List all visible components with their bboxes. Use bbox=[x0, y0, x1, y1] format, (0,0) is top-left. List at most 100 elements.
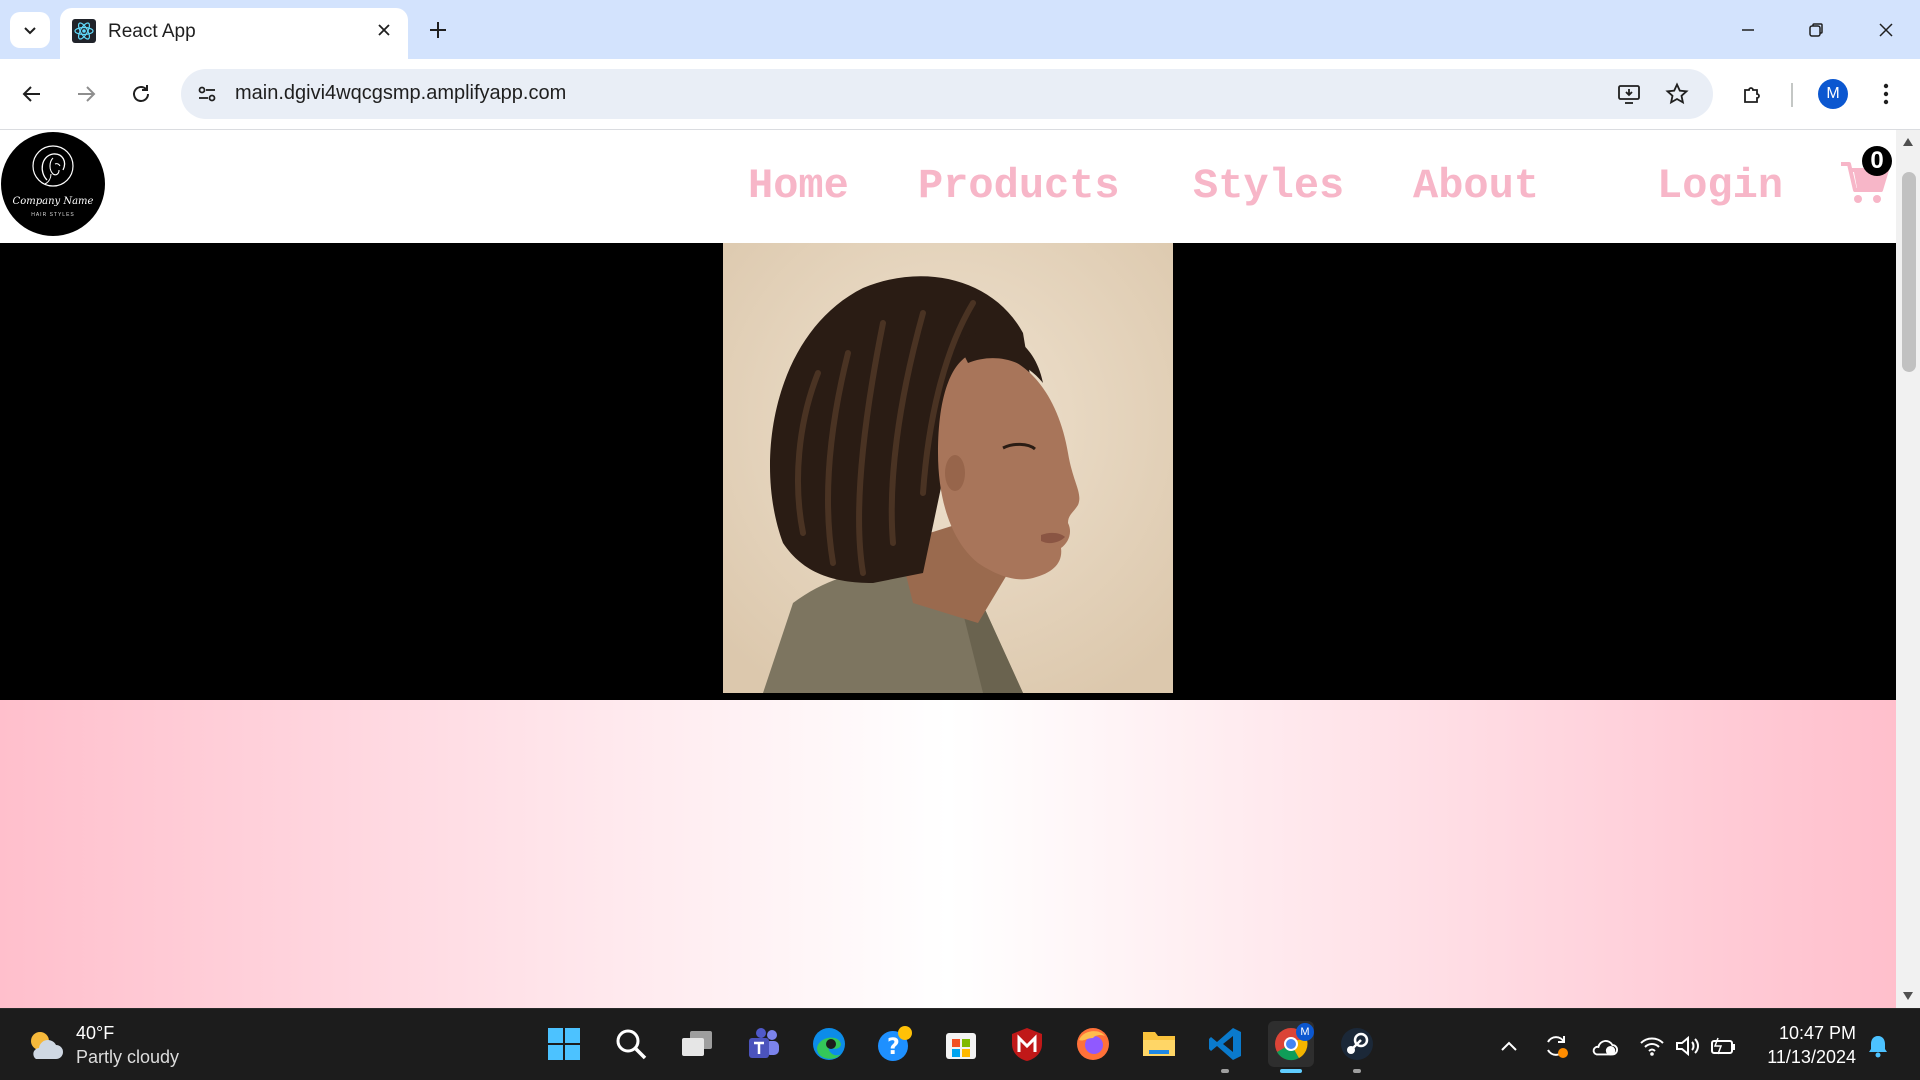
clock-time: 10:47 PM bbox=[1778, 1023, 1856, 1043]
nav-styles[interactable]: Styles bbox=[1193, 162, 1344, 210]
minimize-button[interactable] bbox=[1728, 10, 1768, 50]
company-logo[interactable]: Company Name HAIR STYLES bbox=[1, 132, 105, 236]
toolbar-divider bbox=[1791, 83, 1793, 107]
nav-home[interactable]: Home bbox=[748, 162, 849, 210]
firefox-icon bbox=[1077, 1028, 1109, 1060]
hero-section bbox=[0, 243, 1896, 700]
triangle-down-icon bbox=[1903, 992, 1913, 1000]
chrome-profile-badge: M bbox=[1296, 1023, 1314, 1041]
profile-avatar[interactable]: M bbox=[1818, 79, 1848, 109]
help-app[interactable]: ? bbox=[872, 1021, 918, 1067]
scroll-thumb[interactable] bbox=[1902, 172, 1916, 372]
system-clock[interactable]: 10:47 PM 11/13/2024 bbox=[1767, 1021, 1856, 1069]
start-button[interactable] bbox=[541, 1021, 587, 1067]
url-text: main.dgivi4wqcgsmp.amplifyapp.com bbox=[235, 82, 567, 104]
file-explorer-app[interactable] bbox=[1136, 1021, 1182, 1067]
close-window-button[interactable] bbox=[1866, 10, 1906, 50]
minimize-icon bbox=[1742, 29, 1754, 31]
windows-taskbar: 40°F Partly cloudy ? M 10:47 PM 11/13/20… bbox=[0, 1008, 1920, 1080]
scroll-up-arrow[interactable] bbox=[1902, 136, 1914, 148]
speaker-icon bbox=[1676, 1035, 1699, 1057]
wifi-tray-icon[interactable] bbox=[1638, 1032, 1666, 1060]
battery-tray-icon[interactable] bbox=[1710, 1032, 1738, 1060]
logo-company-name: Company Name bbox=[12, 196, 94, 207]
bookmark-button[interactable] bbox=[1663, 80, 1691, 108]
reload-icon bbox=[133, 85, 149, 102]
browser-tab[interactable]: React App bbox=[60, 8, 408, 59]
windows-icon bbox=[548, 1028, 580, 1060]
tune-icon bbox=[198, 86, 216, 102]
chevron-up-icon bbox=[1501, 1041, 1517, 1051]
page-viewport: Company Name HAIR STYLES Home Products S… bbox=[0, 130, 1896, 1008]
address-bar[interactable]: main.dgivi4wqcgsmp.amplifyapp.com bbox=[181, 69, 1713, 119]
weather-widget[interactable]: 40°F Partly cloudy bbox=[24, 1021, 204, 1071]
edge-app[interactable] bbox=[806, 1021, 852, 1067]
task-view-button[interactable] bbox=[674, 1021, 720, 1067]
vscode-app[interactable] bbox=[1202, 1021, 1248, 1073]
nav-products[interactable]: Products bbox=[918, 162, 1120, 210]
forward-button[interactable] bbox=[68, 76, 104, 112]
chrome-active-indicator bbox=[1280, 1069, 1302, 1073]
cloud-icon bbox=[1592, 1040, 1618, 1056]
help-icon: ? bbox=[878, 1026, 912, 1061]
sync-tray-icon[interactable] bbox=[1542, 1032, 1570, 1060]
onedrive-tray-icon[interactable] bbox=[1590, 1032, 1618, 1060]
star-icon bbox=[1665, 82, 1689, 105]
restore-icon bbox=[1809, 23, 1823, 37]
teams-icon bbox=[749, 1028, 779, 1058]
bell-icon bbox=[1869, 1036, 1887, 1058]
close-icon bbox=[1879, 23, 1893, 37]
cart-count-badge: 0 bbox=[1862, 146, 1892, 176]
chrome-menu-button[interactable] bbox=[1868, 76, 1904, 112]
browser-tab-bar: React App bbox=[0, 0, 1920, 59]
steam-app[interactable] bbox=[1334, 1021, 1380, 1073]
chevron-down-icon bbox=[24, 27, 36, 35]
arrow-right-icon bbox=[78, 86, 96, 102]
extensions-button[interactable] bbox=[1735, 76, 1771, 112]
show-hidden-icons-button[interactable] bbox=[1495, 1032, 1523, 1060]
close-icon bbox=[378, 24, 390, 36]
weather-temp: 40°F bbox=[76, 1023, 115, 1043]
taskbar-search-button[interactable] bbox=[608, 1021, 654, 1067]
install-app-button[interactable] bbox=[1615, 80, 1643, 108]
search-icon bbox=[616, 1029, 647, 1060]
hero-image bbox=[723, 243, 1173, 693]
plus-icon bbox=[430, 22, 446, 38]
nav-about[interactable]: About bbox=[1413, 162, 1539, 210]
site-header: Company Name HAIR STYLES Home Products S… bbox=[0, 130, 1896, 243]
restore-button[interactable] bbox=[1796, 10, 1836, 50]
browser-toolbar: main.dgivi4wqcgsmp.amplifyapp.com M bbox=[0, 59, 1920, 130]
store-icon bbox=[946, 1033, 976, 1059]
partly-cloudy-icon bbox=[31, 1032, 63, 1059]
new-tab-button[interactable] bbox=[422, 14, 454, 46]
reload-button[interactable] bbox=[123, 76, 159, 112]
scroll-down-arrow[interactable] bbox=[1902, 990, 1914, 1002]
shield-icon bbox=[1012, 1028, 1042, 1061]
vscode-running-indicator bbox=[1221, 1069, 1229, 1073]
vscode-icon bbox=[1209, 1028, 1241, 1060]
nav-login[interactable]: Login bbox=[1657, 162, 1783, 210]
site-info-button[interactable] bbox=[193, 80, 221, 108]
folder-icon bbox=[1143, 1032, 1175, 1056]
chrome-app[interactable]: M bbox=[1268, 1021, 1314, 1073]
clock-date: 11/13/2024 bbox=[1767, 1047, 1856, 1067]
task-view-icon bbox=[682, 1031, 712, 1056]
store-app[interactable] bbox=[938, 1021, 984, 1067]
puzzle-icon bbox=[1744, 87, 1760, 103]
gradient-banner bbox=[0, 700, 1896, 1008]
tab-close-button[interactable] bbox=[372, 18, 396, 42]
teams-app[interactable] bbox=[740, 1021, 786, 1067]
volume-tray-icon[interactable] bbox=[1674, 1032, 1702, 1060]
page-scrollbar[interactable] bbox=[1896, 130, 1920, 1008]
notifications-button[interactable] bbox=[1864, 1032, 1892, 1060]
logo-tagline: HAIR STYLES bbox=[31, 212, 75, 218]
steam-running-indicator bbox=[1353, 1069, 1361, 1073]
tab-title: React App bbox=[108, 21, 196, 42]
mcafee-app[interactable] bbox=[1004, 1021, 1050, 1067]
svg-text:?: ? bbox=[887, 1035, 900, 1060]
firefox-app[interactable] bbox=[1070, 1021, 1116, 1067]
back-button[interactable] bbox=[14, 76, 50, 112]
triangle-up-icon bbox=[1903, 138, 1913, 146]
tab-search-button[interactable] bbox=[10, 12, 50, 48]
install-icon bbox=[1618, 85, 1640, 104]
